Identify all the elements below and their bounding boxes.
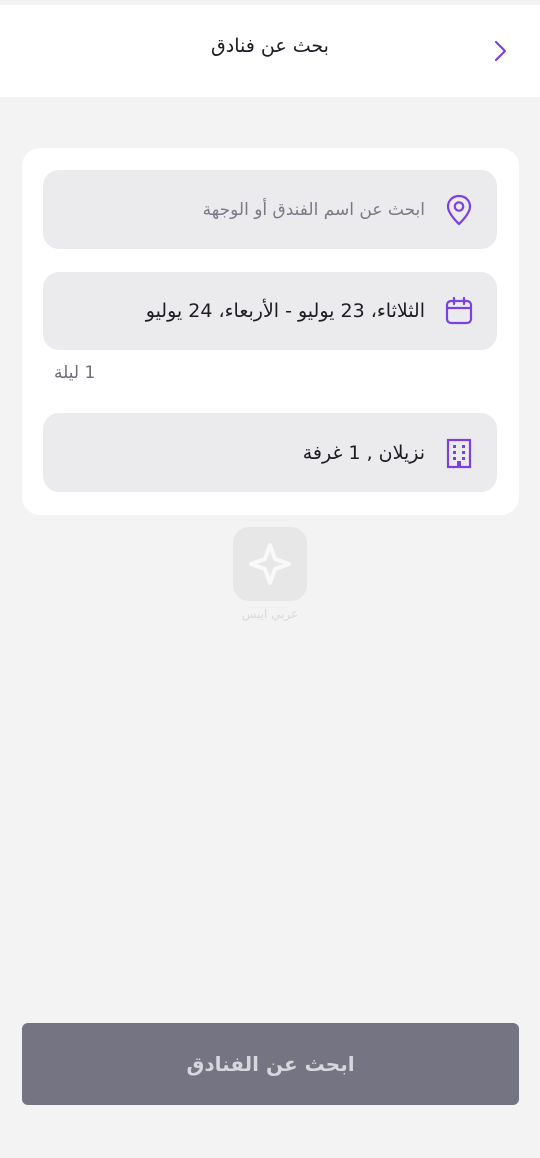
- building-icon: [443, 437, 475, 469]
- back-button[interactable]: [484, 35, 516, 67]
- date-range-value: الثلاثاء، 23 يوليو - الأربعاء، 24 يوليو: [145, 300, 425, 322]
- watermark-logo: عربي ايبس: [233, 527, 307, 627]
- search-form-card: ابحث عن اسم الفندق أو الوجهة الثلاثاء، 2…: [22, 148, 519, 515]
- location-pin-icon: [443, 194, 475, 226]
- watermark-text: عربي ايبس: [241, 607, 299, 621]
- chevron-right-icon: [494, 40, 507, 62]
- destination-search-field[interactable]: ابحث عن اسم الفندق أو الوجهة: [43, 170, 497, 249]
- calendar-icon: [443, 295, 475, 327]
- date-range-field[interactable]: الثلاثاء، 23 يوليو - الأربعاء، 24 يوليو: [43, 272, 497, 350]
- app-header: بحث عن فنادق: [0, 5, 540, 97]
- guests-rooms-value: نزيلان , 1 غرفة: [302, 441, 425, 464]
- destination-search-input[interactable]: ابحث عن اسم الفندق أو الوجهة: [203, 200, 425, 220]
- page-title: بحث عن فنادق: [211, 35, 329, 57]
- guests-rooms-field[interactable]: نزيلان , 1 غرفة: [43, 413, 497, 492]
- watermark-icon: [233, 527, 307, 601]
- nights-count: 1 ليلة: [54, 363, 96, 383]
- search-hotels-button[interactable]: ابحث عن الفنادق: [22, 1023, 519, 1105]
